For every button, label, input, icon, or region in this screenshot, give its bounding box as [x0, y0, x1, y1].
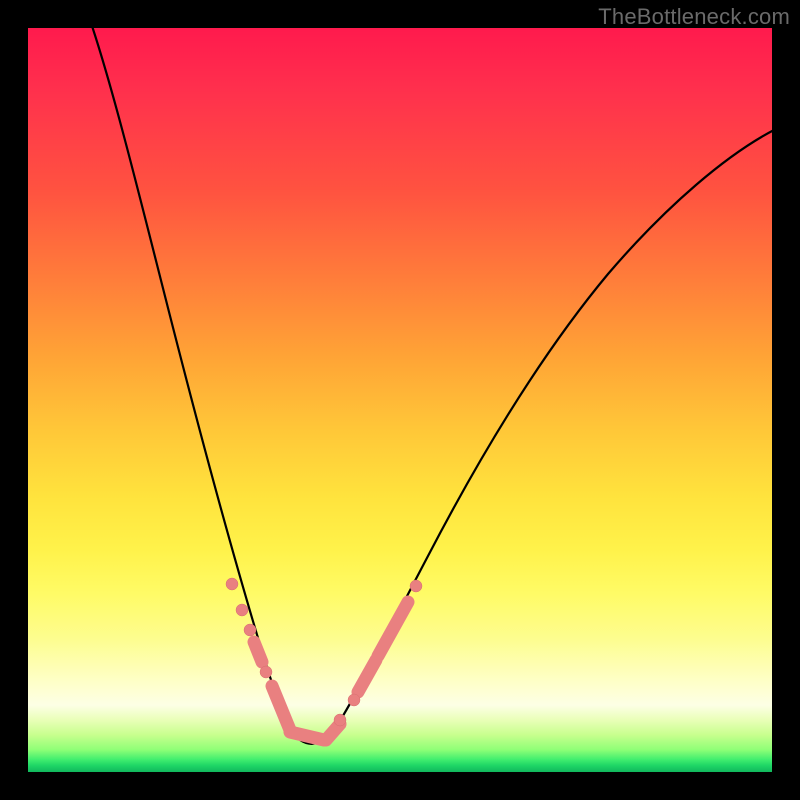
curve-layer	[28, 28, 772, 772]
chart-frame: TheBottleneck.com	[0, 0, 800, 800]
watermark-text: TheBottleneck.com	[598, 4, 790, 30]
bottleneck-curve	[90, 20, 774, 744]
plot-area	[28, 28, 772, 772]
highlight-segments	[254, 602, 408, 740]
